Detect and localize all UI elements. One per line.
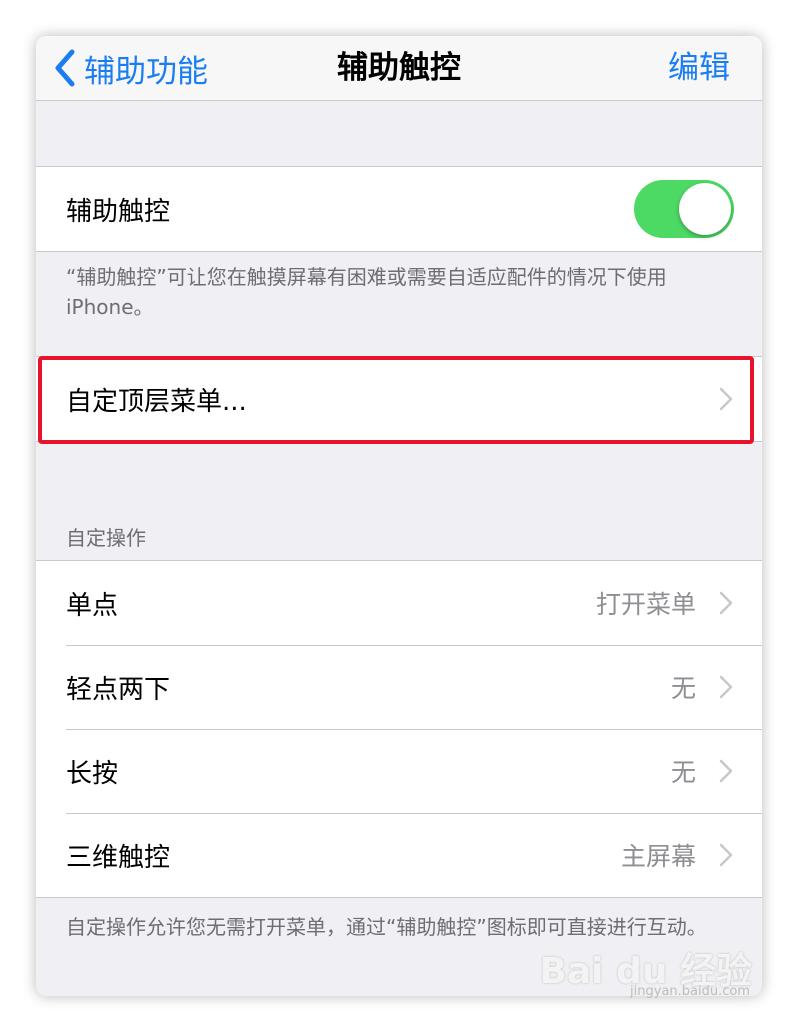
double-tap-label: 轻点两下 [66,674,171,705]
assistive-touch-footnote: “辅助触控”可让您在触摸屏幕有困难或需要自适应配件的情况下使用 iPhone。 [66,265,667,319]
double-tap-value: 无 [670,674,696,703]
chevron-right-icon [719,591,733,615]
assistive-touch-label: 辅助触控 [66,196,171,227]
chevron-right-icon [719,387,733,411]
3d-touch-value: 主屏幕 [620,842,696,871]
assistive-touch-group: 辅助触控 [36,166,762,252]
chevron-right-icon [719,675,733,699]
custom-actions-group: 单点 打开菜单 轻点两下 无 长按 无 三维触控 主屏幕 [36,560,762,898]
settings-screen: 辅助功能 辅助触控 编辑 辅助触控 “辅助触控”可让您在触摸屏幕有困难或需要自适… [36,36,762,996]
double-tap-row[interactable]: 轻点两下 无 [36,645,762,729]
chevron-right-icon [719,843,733,867]
chevron-left-icon [55,49,75,87]
single-tap-label: 单点 [66,590,119,621]
single-tap-row[interactable]: 单点 打开菜单 [36,561,762,645]
back-button[interactable]: 辅助功能 [50,36,208,100]
navigation-bar: 辅助功能 辅助触控 编辑 [36,36,762,101]
chevron-right-icon [719,759,733,783]
3d-touch-label: 三维触控 [66,842,171,873]
custom-actions-footnote: 自定操作允许您无需打开菜单，通过“辅助触控”图标即可直接进行互动。 [66,915,707,939]
baidu-watermark: Bai du 经验 jingyan.baidu.com [539,942,752,999]
assistive-touch-toggle[interactable] [634,180,734,238]
assistive-touch-row: 辅助触控 [36,167,762,251]
customize-top-level-menu-label: 自定顶层菜单... [66,386,247,417]
top-level-menu-group: 自定顶层菜单... [36,356,762,442]
long-press-label: 长按 [66,758,119,789]
long-press-row[interactable]: 长按 无 [36,729,762,813]
custom-actions-header: 自定操作 [66,526,146,550]
single-tap-value: 打开菜单 [595,590,696,619]
long-press-value: 无 [670,758,696,787]
customize-top-level-menu-row[interactable]: 自定顶层菜单... [36,357,762,441]
back-label: 辅助功能 [84,53,208,90]
toggle-knob [679,183,731,235]
watermark-url: jingyan.baidu.com [630,984,750,999]
3d-touch-row[interactable]: 三维触控 主屏幕 [36,813,762,897]
edit-button[interactable]: 编辑 [668,36,730,100]
